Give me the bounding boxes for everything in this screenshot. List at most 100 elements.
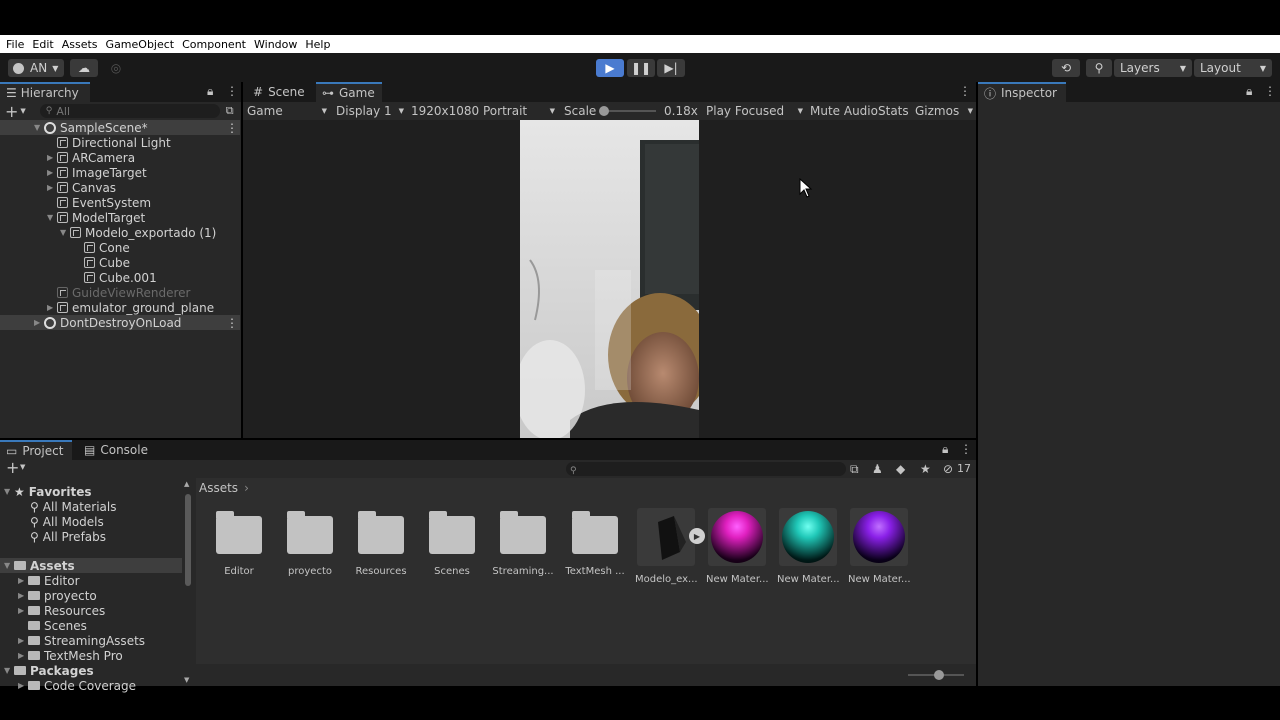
tab-project[interactable]: ▭ Project (0, 440, 72, 460)
star-icon[interactable]: ★ (920, 462, 931, 476)
expand-arrow-icon[interactable]: ▶ (18, 651, 28, 660)
scale-slider[interactable] (599, 106, 656, 116)
icon-size-slider-handle[interactable] (934, 670, 944, 680)
scrollbar-thumb[interactable] (185, 494, 191, 586)
tab-game[interactable]: ⊶ Game (316, 82, 382, 102)
filter-icon[interactable]: ♟ (872, 462, 883, 476)
tab-console[interactable]: ▤ Console (78, 440, 158, 460)
more-options-icon[interactable]: ⋮ (226, 84, 238, 98)
hierarchy-item[interactable]: ▶ ImageTarget (0, 165, 240, 180)
hierarchy-item[interactable]: Cube (0, 255, 240, 270)
hierarchy-search-input[interactable]: ⚲ (39, 104, 220, 118)
expand-arrow-icon[interactable]: ▶ (18, 636, 28, 645)
favorites-item[interactable]: ⚲ All Prefabs (30, 529, 106, 544)
asset-material[interactable]: New Mater... (848, 508, 910, 585)
hierarchy-item[interactable]: ▼ Modelo_exportado (1) (0, 225, 240, 240)
scale-slider-handle[interactable] (599, 106, 609, 116)
account-dropdown[interactable]: AN ▼ (8, 59, 64, 77)
packages-tree-item[interactable]: ▶ Code Coverage (18, 678, 136, 693)
assets-tree-item[interactable]: ▶ StreamingAssets (18, 633, 145, 648)
hierarchy-item[interactable]: ▶ ARCamera (0, 150, 240, 165)
lock-icon[interactable]: 🔒︎ (1246, 84, 1252, 99)
menu-assets[interactable]: Assets (62, 38, 98, 51)
expand-arrow-icon[interactable]: ▶ (47, 168, 57, 177)
play-focused-dropdown[interactable]: Play Focused ▼ (706, 104, 803, 118)
menu-component[interactable]: Component (182, 38, 246, 51)
hierarchy-item[interactable]: Directional Light (0, 135, 240, 150)
asset-folder[interactable]: Streaming... (492, 508, 554, 577)
menu-gameobject[interactable]: GameObject (106, 38, 175, 51)
stats-toggle[interactable]: Stats (878, 104, 909, 118)
scroll-down-icon[interactable]: ▼ (184, 676, 189, 684)
asset-material[interactable]: New Mater... (777, 508, 839, 585)
tab-hierarchy[interactable]: ☰ Hierarchy (0, 82, 90, 102)
hierarchy-item-dontdestroyonload[interactable]: ▶ DontDestroyOnLoad ⋮ (0, 315, 240, 330)
asset-folder[interactable]: Editor (208, 508, 270, 577)
menu-window[interactable]: Window (254, 38, 297, 51)
project-search-input[interactable]: ⚲ (566, 462, 846, 476)
expand-arrow-icon[interactable]: ▶ (18, 591, 28, 600)
hierarchy-item[interactable]: ▶ Canvas (0, 180, 240, 195)
expand-arrow-icon[interactable]: ▼ (4, 561, 14, 570)
hierarchy-item[interactable]: Cube.001 (0, 270, 240, 285)
expand-arrow-icon[interactable]: ▶ (47, 153, 57, 162)
asset-folder[interactable]: Resources (350, 508, 412, 577)
expand-arrow-icon[interactable]: ▼ (4, 666, 14, 675)
assets-tree-item[interactable]: Scenes (28, 618, 87, 633)
hierarchy-item[interactable]: ▼ ModelTarget (0, 210, 240, 225)
assets-header[interactable]: ▼ Assets (0, 558, 182, 573)
search-by-type-icon[interactable]: ⧉ (850, 462, 859, 477)
expand-arrow-icon[interactable]: ▼ (60, 228, 70, 237)
expand-arrow-icon[interactable]: ▶ (18, 681, 28, 690)
assets-tree-item[interactable]: ▶ proyecto (18, 588, 97, 603)
menu-file[interactable]: File (6, 38, 24, 51)
expand-arrow-icon[interactable]: ▶ (47, 303, 57, 312)
menu-edit[interactable]: Edit (32, 38, 53, 51)
hierarchy-search-field[interactable] (56, 104, 207, 118)
step-button[interactable]: ▶| (657, 59, 685, 77)
more-options-icon[interactable]: ⋮ (959, 84, 971, 98)
more-options-icon[interactable]: ⋮ (960, 442, 972, 456)
hierarchy-item-samplescene[interactable]: ▼ SampleScene* ⋮ (0, 120, 240, 135)
layers-dropdown[interactable]: Layers ▼ (1114, 59, 1192, 77)
assets-tree-item[interactable]: ▶ Editor (18, 573, 80, 588)
play-button[interactable]: ▶ (596, 59, 624, 77)
cloud-button[interactable]: ☁ (70, 59, 98, 77)
chevron-down-icon[interactable]: ▼ (20, 463, 25, 471)
expand-prefab-icon[interactable]: ▶ (689, 528, 705, 544)
asset-folder[interactable]: TextMesh ... (564, 508, 626, 577)
hierarchy-item[interactable]: Cone (0, 240, 240, 255)
project-tree-scrollbar[interactable]: ▲ ▼ (184, 480, 192, 684)
expand-arrow-icon[interactable]: ▼ (47, 213, 57, 222)
expand-arrow-icon[interactable]: ▼ (34, 123, 44, 132)
pause-button[interactable]: ❚❚ (627, 59, 655, 77)
expand-arrow-icon[interactable]: ▼ (4, 487, 14, 496)
resolution-dropdown[interactable]: 1920x1080 Portrait ▼ (411, 104, 555, 118)
expand-arrow-icon[interactable]: ▶ (18, 576, 28, 585)
tab-scene[interactable]: # Scene (247, 82, 315, 102)
breadcrumb-assets[interactable]: Assets (199, 481, 238, 495)
favorites-item[interactable]: ⚲ All Materials (30, 499, 117, 514)
display-dropdown[interactable]: Display 1 ▼ (336, 104, 404, 118)
assets-tree-item[interactable]: ▶ Resources (18, 603, 105, 618)
game-render-view[interactable] (520, 120, 699, 438)
chevron-down-icon[interactable]: ▼ (20, 107, 25, 115)
lock-icon[interactable]: 🔒︎ (942, 442, 948, 457)
search-button[interactable]: ⚲ (1086, 59, 1112, 77)
asset-material[interactable]: New Mater... (706, 508, 768, 585)
scroll-up-icon[interactable]: ▲ (184, 480, 189, 488)
expand-arrow-icon[interactable]: ▶ (18, 606, 28, 615)
game-mode-dropdown[interactable]: Game ▼ (247, 104, 327, 118)
more-options-icon[interactable]: ⋮ (1264, 84, 1276, 98)
asset-model[interactable]: ▶ Modelo_ex... (635, 508, 705, 585)
tab-inspector[interactable]: ⓘ Inspector (978, 82, 1066, 102)
add-icon[interactable]: + (5, 102, 18, 121)
mute-audio-toggle[interactable]: Mute Audio (810, 104, 878, 118)
gizmos-dropdown[interactable]: Gizmos ▼ (915, 104, 973, 118)
hierarchy-item-disabled[interactable]: GuideViewRenderer (0, 285, 240, 300)
hierarchy-item[interactable]: ▶ emulator_ground_plane (0, 300, 240, 315)
history-button[interactable]: ⟲ (1052, 59, 1080, 77)
asset-folder[interactable]: proyecto (279, 508, 341, 577)
scene-visibility-icon[interactable]: ⧉ (226, 104, 234, 118)
asset-folder[interactable]: Scenes (421, 508, 483, 577)
